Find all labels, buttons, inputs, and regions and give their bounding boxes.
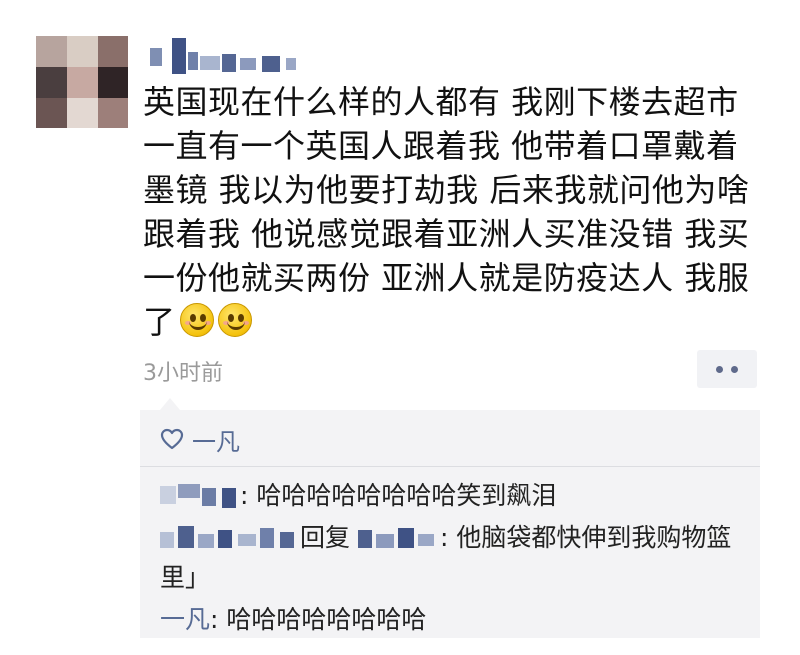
commenter-name[interactable]: 一凡 [160,605,210,634]
liker-name[interactable]: 一凡 [192,422,240,457]
comment-item[interactable]: : 哈哈哈哈哈哈哈哈笑到飙泪 [160,476,556,516]
smiling-face-icon [217,303,252,337]
comment-text: : 哈哈哈哈哈哈哈哈笑到飙泪 [240,481,557,510]
redaction-pixel [222,54,236,72]
timestamp: 3小时前 [143,361,223,386]
comment-text: : 哈哈哈哈哈哈哈哈 [210,605,427,634]
redaction-pixel [286,58,296,70]
avatar-pixel [67,98,98,128]
redaction-pixel [172,38,186,74]
redaction-pixel [262,56,280,72]
avatar-pixel [36,98,67,128]
redaction-pixel [200,56,220,70]
avatar-pixel [98,67,128,98]
avatar-pixel [67,36,98,67]
dot-icon [731,365,738,373]
avatar[interactable] [36,36,128,128]
avatar-pixel [98,36,128,67]
reply-label: 回复 [300,523,351,552]
avatar-pixel [98,98,128,128]
redaction-pixel [188,52,198,70]
comments-panel: 一凡 : 哈哈哈哈哈哈哈哈笑到飙泪 回复 : 他脑袋都快伸到我购物篮里」 一凡:… [140,398,760,640]
comment-item[interactable]: 回复 : 他脑袋都快伸到我购物篮里」 [160,518,750,598]
heart-outline-icon [160,428,184,450]
divider [140,466,760,467]
avatar-pixel [36,36,67,67]
reply-target-name-redacted[interactable] [358,524,440,550]
smiling-face-icon [179,303,214,337]
commenter-name-redacted[interactable] [160,524,300,550]
likes-row: 一凡 [160,422,240,457]
post-text: 英国现在什么样的人都有 我刚下楼去超市一直有一个英国人跟着我 他带着口罩戴着墨镜… [143,80,768,344]
dot-icon [716,365,723,373]
redaction-pixel [240,58,256,70]
avatar-pixel [36,67,67,98]
avatar-pixel [67,67,98,98]
comment-item[interactable]: 一凡: 哈哈哈哈哈哈哈哈 [160,600,426,640]
more-actions-button[interactable] [697,350,757,388]
redaction-pixel [150,48,162,66]
commenter-name-redacted[interactable] [160,482,240,508]
